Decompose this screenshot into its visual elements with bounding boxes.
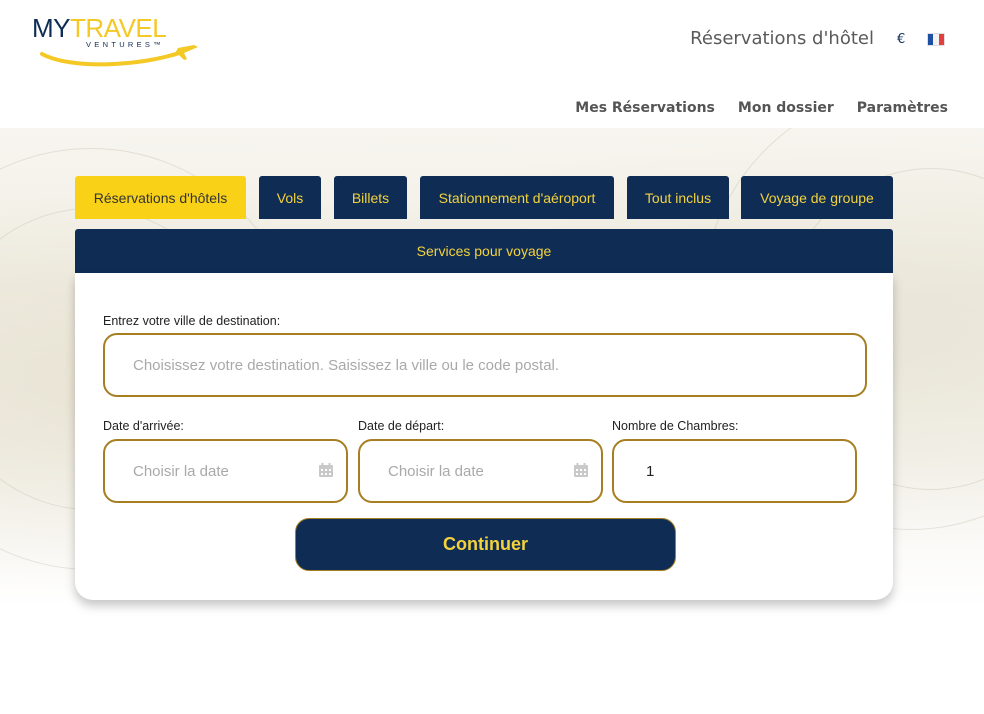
tab-airport-parking[interactable]: Stationnement d'aéroport [420,176,614,219]
france-flag-icon[interactable] [928,34,944,45]
departure-date-label: Date de départ: [358,419,445,433]
rooms-field-box [612,439,857,503]
tab-group-travel[interactable]: Voyage de groupe [741,176,893,219]
continue-button[interactable]: Continuer [295,518,676,571]
destination-field-box [103,333,867,397]
currency-selector[interactable]: € [897,32,905,47]
arrival-date-input[interactable] [105,441,346,501]
nav-my-file[interactable]: Mon dossier [738,100,834,116]
header-title: Réservations d'hôtel [690,28,874,49]
calendar-icon[interactable] [573,462,589,478]
tab-hotel-reservations[interactable]: Réservations d'hôtels [75,176,246,219]
departure-date-input[interactable] [360,441,601,501]
departure-date-box [358,439,603,503]
nav-settings[interactable]: Paramètres [857,100,948,116]
top-nav: Mes Réservations Mon dossier Paramètres [575,100,948,116]
logo-word-my: MY [32,13,71,43]
nav-my-reservations[interactable]: Mes Réservations [575,100,715,116]
tab-all-inclusive[interactable]: Tout inclus [627,176,729,219]
destination-input[interactable] [105,335,865,395]
brand-logo[interactable]: MYTRAVEL VENTURES™ [32,12,202,68]
tab-tickets[interactable]: Billets [334,176,407,219]
panel-header: Services pour voyage [75,229,893,273]
search-form: Entrez votre ville de destination: Date … [75,273,893,600]
site-header: MYTRAVEL VENTURES™ Réservations d'hôtel … [0,0,984,128]
logo-word-travel: TRAVEL [70,13,167,43]
logo-wordmark: MYTRAVEL [32,13,167,43]
destination-label: Entrez votre ville de destination: [103,314,281,328]
arrival-date-label: Date d'arrivée: [103,419,184,433]
rooms-input[interactable] [614,441,855,501]
rooms-label: Nombre de Chambres: [612,419,739,433]
calendar-icon[interactable] [318,462,334,478]
arrival-date-box [103,439,348,503]
logo-subtitle: VENTURES™ [86,40,165,49]
tab-flights[interactable]: Vols [259,176,321,219]
